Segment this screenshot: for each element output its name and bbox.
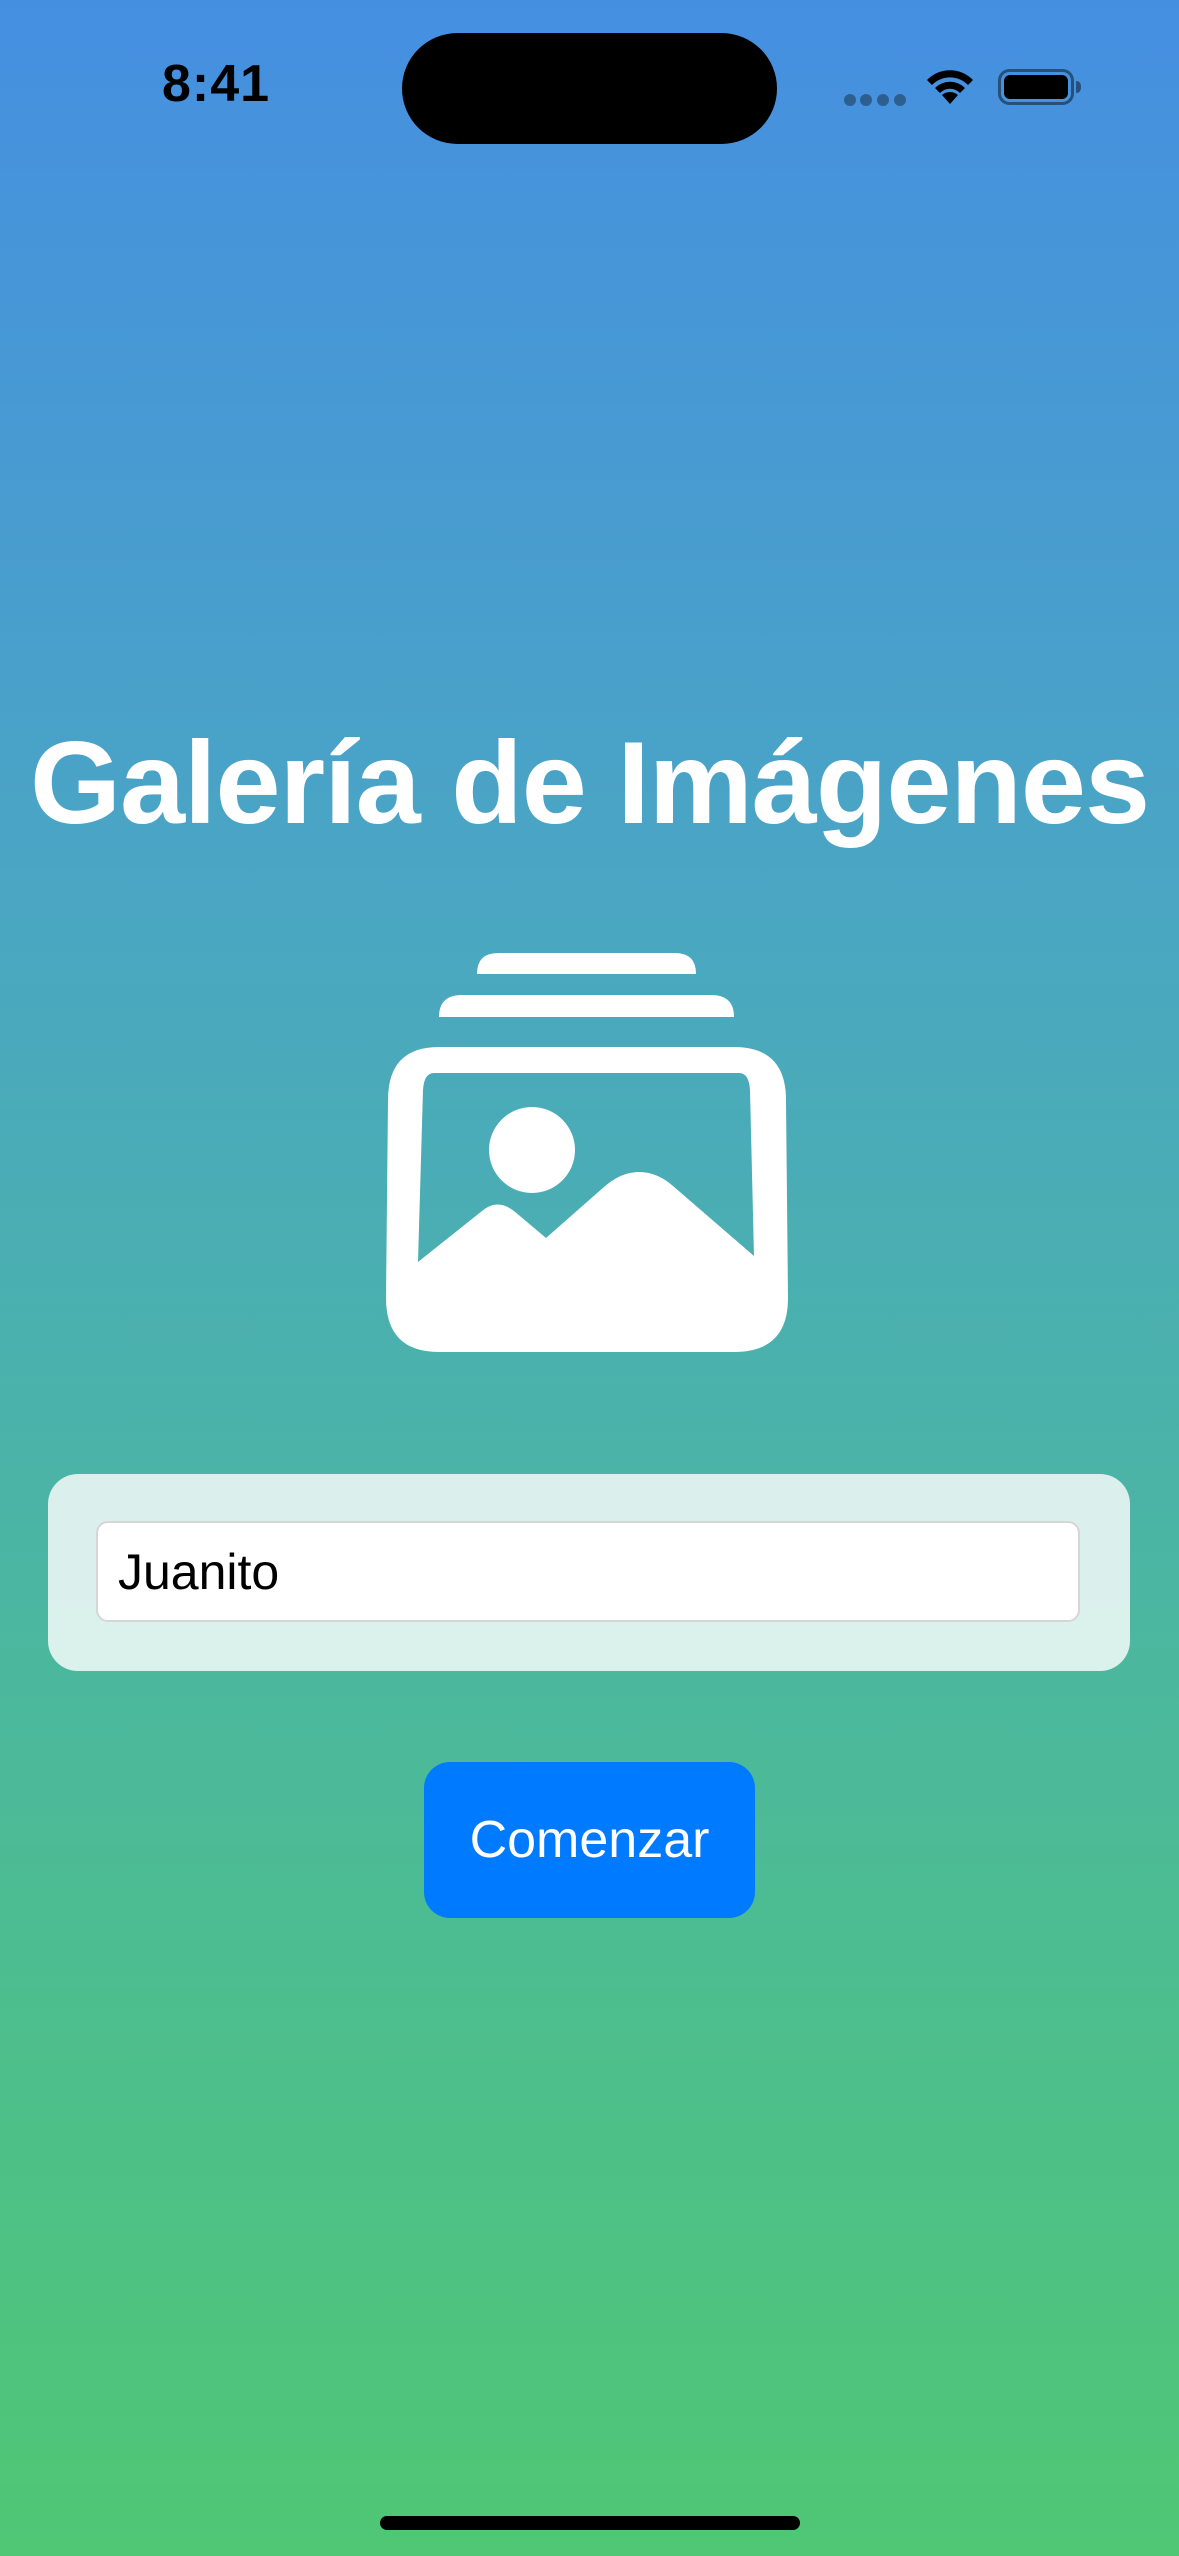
photo-stack-icon: [386, 953, 788, 1352]
cellular-signal-icon: [844, 94, 906, 106]
name-input-panel: [48, 1474, 1130, 1671]
wifi-icon: [927, 70, 973, 104]
home-indicator[interactable]: [380, 2516, 800, 2530]
name-input[interactable]: [96, 1521, 1080, 1622]
dynamic-island: [402, 33, 777, 144]
start-button[interactable]: Comenzar: [424, 1762, 755, 1918]
battery-icon: [998, 69, 1081, 105]
status-time: 8:41: [162, 55, 271, 113]
status-bar: 8:41: [0, 0, 1179, 170]
page-title: Galería de Imágenes: [29, 717, 1150, 848]
